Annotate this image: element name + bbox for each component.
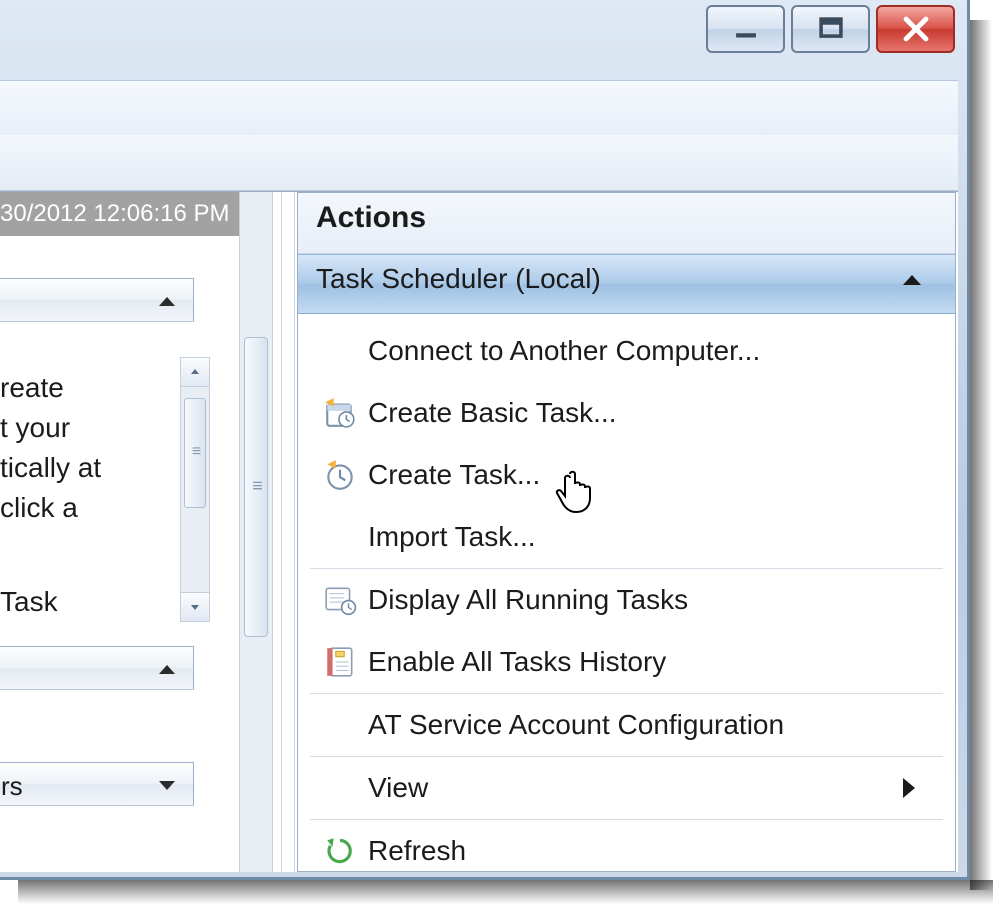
summary-pane-scrollbar[interactable] xyxy=(239,192,273,872)
actions-pane: Actions Task Scheduler (Local) Connect t… xyxy=(297,192,956,872)
action-label: AT Service Account Configuration xyxy=(368,709,955,741)
action-import-task[interactable]: Import Task... xyxy=(298,506,955,568)
action-label: Connect to Another Computer... xyxy=(368,335,955,367)
collapse-icon xyxy=(903,275,921,285)
overview-text-line: Task xyxy=(0,582,58,622)
action-display-running-tasks[interactable]: Display All Running Tasks xyxy=(298,569,955,631)
collapse-icon xyxy=(159,665,175,674)
summary-timestamp: 30/2012 12:06:16 PM xyxy=(0,192,252,236)
action-connect-computer[interactable]: Connect to Another Computer... xyxy=(298,320,955,382)
overview-section-header[interactable] xyxy=(0,278,194,322)
task-status-section-header[interactable] xyxy=(0,646,194,690)
action-create-basic-task[interactable]: Create Basic Task... xyxy=(298,382,955,444)
action-label: Display All Running Tasks xyxy=(368,584,955,616)
clock-new-icon xyxy=(323,458,357,492)
action-label: Import Task... xyxy=(368,521,955,553)
window-frame: 30/2012 12:06:16 PM reate t your tically… xyxy=(0,0,970,880)
summary-pane: 30/2012 12:06:16 PM reate t your tically… xyxy=(0,192,222,872)
maximize-icon xyxy=(814,12,848,46)
action-refresh[interactable]: Refresh xyxy=(298,820,955,872)
overview-text-line: reate xyxy=(0,368,64,408)
action-label: Enable All Tasks History xyxy=(368,646,955,678)
tool-bar xyxy=(0,135,958,191)
close-icon xyxy=(899,12,933,46)
pane-splitter[interactable] xyxy=(281,192,295,872)
content-area: 30/2012 12:06:16 PM reate t your tically… xyxy=(0,191,958,872)
scroll-down-arrow[interactable] xyxy=(181,592,209,621)
scroll-thumb[interactable] xyxy=(184,398,206,508)
collapse-icon xyxy=(159,297,175,306)
refresh-icon xyxy=(323,834,357,868)
minimize-icon xyxy=(729,12,763,46)
active-tasks-label: rs xyxy=(1,771,23,802)
calendar-clock-icon xyxy=(323,396,357,430)
expand-icon xyxy=(159,781,175,790)
overview-scrollbar[interactable] xyxy=(180,357,210,622)
menu-bar xyxy=(0,80,958,137)
overview-text-line: click a xyxy=(0,488,78,528)
list-clock-icon xyxy=(323,583,357,617)
window-controls xyxy=(706,5,955,53)
action-label: View xyxy=(368,772,955,804)
action-create-task[interactable]: Create Task... xyxy=(298,444,955,506)
overview-text-line: tically at xyxy=(0,448,101,488)
actions-scope-label: Task Scheduler (Local) xyxy=(316,263,601,294)
action-view-submenu[interactable]: View xyxy=(298,757,955,819)
active-tasks-section-header[interactable]: rs xyxy=(0,762,194,806)
actions-pane-header: Actions xyxy=(298,193,955,254)
close-button[interactable] xyxy=(876,5,955,53)
action-at-service-account[interactable]: AT Service Account Configuration xyxy=(298,694,955,756)
maximize-button[interactable] xyxy=(791,5,870,53)
scroll-up-arrow[interactable] xyxy=(181,358,209,387)
action-enable-tasks-history[interactable]: Enable All Tasks History xyxy=(298,631,955,693)
scroll-thumb[interactable] xyxy=(244,337,268,637)
actions-scope-bar[interactable]: Task Scheduler (Local) xyxy=(298,254,955,314)
submenu-arrow-icon xyxy=(903,778,915,798)
action-list: Connect to Another Computer... xyxy=(298,314,955,872)
window-shadow xyxy=(18,880,993,904)
action-label: Refresh xyxy=(368,835,955,867)
overview-text-line: t your xyxy=(0,408,70,448)
notebook-icon xyxy=(323,645,357,679)
action-label: Create Task... xyxy=(368,459,955,491)
action-label: Create Basic Task... xyxy=(368,397,955,429)
minimize-button[interactable] xyxy=(706,5,785,53)
window-shadow xyxy=(970,20,992,890)
